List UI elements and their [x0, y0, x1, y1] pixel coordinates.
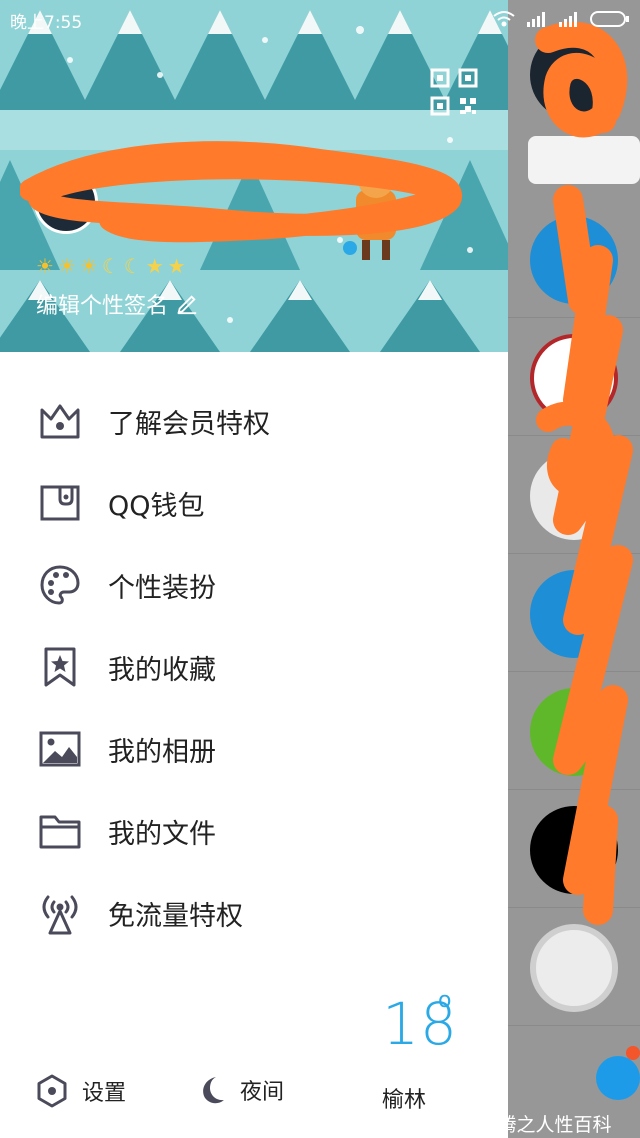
star-level-icon: ★: [145, 254, 164, 278]
signature-label: 编辑个性签名: [36, 294, 169, 319]
battery-icon: [590, 11, 629, 27]
menu-item-label: 个性装扮: [108, 572, 216, 604]
settings-button[interactable]: 设置: [36, 1074, 126, 1108]
wallet-icon: [38, 481, 82, 525]
background-chat-list[interactable]: [508, 0, 640, 1138]
signal-icon: [559, 12, 577, 27]
settings-label: 设置: [82, 1081, 127, 1106]
status-indicators: [492, 10, 630, 28]
sun-level-icon: ☀: [79, 254, 98, 278]
signature-edit[interactable]: 编辑个性签名: [36, 288, 198, 320]
level-badges: ☀ ☀ ☀ ☾ ☾ ★ ★: [36, 254, 186, 278]
chat-bubble-icon[interactable]: [596, 1056, 640, 1100]
menu-item-label: 了解会员特权: [108, 408, 270, 440]
settings-hexagon-icon: [37, 1074, 67, 1108]
watermark: 头条号 / 大漠狼图腾之人性百科: [346, 1114, 612, 1136]
menu-item-label: 我的收藏: [108, 654, 216, 686]
menu-item-vip[interactable]: 了解会员特权: [0, 380, 508, 462]
menu-item-free-data[interactable]: 免流量特权: [0, 872, 508, 954]
night-mode-button[interactable]: 夜间: [196, 1074, 284, 1106]
sun-level-icon: ☀: [36, 254, 54, 278]
antenna-icon: [38, 891, 82, 935]
navigation-drawer: ☀ ☀ ☀ ☾ ☾ ★ ★ 编辑个性签名 了解会员特权 QQ钱包 个性装扮 我的…: [0, 0, 508, 1138]
folder-icon: [38, 809, 82, 853]
status-time: 晚上7:55: [10, 13, 83, 33]
crown-icon: [38, 399, 82, 443]
moon-level-icon: ☾: [123, 254, 142, 278]
menu-item-files[interactable]: 我的文件: [0, 790, 508, 872]
menu-item-label: 我的相册: [108, 736, 216, 768]
menu-item-label: 免流量特权: [108, 900, 243, 932]
menu-item-label: QQ钱包: [108, 490, 205, 522]
pencil-icon: [177, 295, 197, 315]
night-mode-label: 夜间: [240, 1080, 285, 1105]
menu-item-wallet[interactable]: QQ钱包: [0, 462, 508, 544]
wifi-icon: [493, 11, 515, 27]
notification-badge: [626, 1046, 640, 1060]
sun-level-icon: ☀: [57, 254, 76, 278]
moon-level-icon: ☾: [101, 254, 120, 278]
bookmark-star-icon: [38, 645, 82, 689]
profile-header[interactable]: ☀ ☀ ☀ ☾ ☾ ★ ★ 编辑个性签名: [0, 0, 508, 352]
moon-icon: [203, 1077, 224, 1104]
palette-icon: [38, 563, 82, 607]
drawer-menu: 了解会员特权 QQ钱包 个性装扮 我的收藏 我的相册 我的文件 免流量特权: [0, 380, 508, 954]
status-bar: 晚上7:55: [0, 0, 640, 36]
weather-widget[interactable]: 18 o: [360, 988, 480, 1058]
qr-code-icon[interactable]: [428, 66, 480, 118]
redaction-scribble: [20, 141, 462, 243]
menu-item-label: 我的文件: [108, 818, 216, 850]
star-level-icon: ★: [167, 254, 186, 278]
menu-item-favorites[interactable]: 我的收藏: [0, 626, 508, 708]
photo-icon: [38, 727, 82, 771]
menu-item-theme[interactable]: 个性装扮: [0, 544, 508, 626]
degree-symbol: o: [438, 988, 452, 1013]
menu-item-album[interactable]: 我的相册: [0, 708, 508, 790]
signal-icon: [527, 12, 545, 27]
redaction-scribble: [535, 21, 633, 925]
